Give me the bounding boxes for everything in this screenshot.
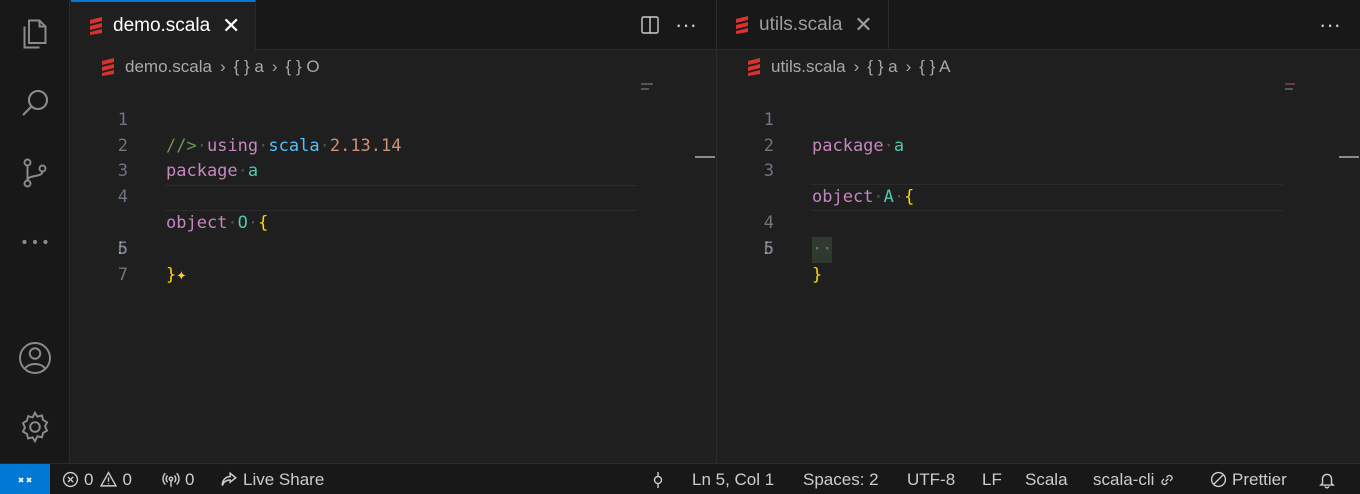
close-icon[interactable]: ✕ (220, 13, 242, 39)
account-icon[interactable] (17, 340, 53, 376)
encoding-button[interactable]: UTF-8 (907, 464, 955, 494)
current-line-highlight (811, 159, 1283, 186)
split-editor-icon[interactable] (632, 7, 668, 43)
broadcast-icon (162, 472, 180, 487)
source-control-sync-button[interactable] (650, 464, 671, 494)
code-line: 1 //>·using·scala·2.13.14 (71, 82, 716, 156)
more-actions-button[interactable]: ··· (1312, 7, 1348, 43)
chevron-right-icon: › (271, 57, 278, 76)
code-line: 4 ·· (717, 159, 1360, 263)
warning-icon (100, 471, 118, 487)
error-count: 0 (84, 469, 94, 489)
tab-bar: utils.scala ✕ ··· (717, 0, 1360, 50)
source-control-icon[interactable] (17, 155, 53, 191)
problems-button[interactable]: 0 0 (62, 464, 132, 494)
settings-gear-icon[interactable] (17, 409, 53, 445)
chevron-right-icon: › (219, 57, 226, 76)
tab-label: utils.scala (759, 14, 843, 35)
current-line-highlight (811, 185, 1283, 211)
bell-icon (1319, 473, 1335, 489)
breadcrumb-namespace-a[interactable]: { } a (234, 57, 264, 77)
code-line: 2 package·a (71, 108, 716, 182)
code-line: 1 package·a (717, 82, 1360, 156)
tab-label: demo.scala (113, 15, 211, 36)
remote-indicator-button[interactable] (0, 464, 50, 494)
build-server-label: scala-cli (1093, 469, 1155, 489)
search-icon[interactable] (17, 85, 53, 121)
breadcrumb-object-a[interactable]: { } A (919, 57, 950, 77)
notifications-button[interactable] (1318, 464, 1341, 494)
status-bar: 0 0 0 Live Share Ln 5, Col 1 Spaces: 2 U… (0, 463, 1360, 494)
tab-utils-scala[interactable]: utils.scala ✕ (717, 0, 889, 50)
breadcrumb-file-label: demo.scala (125, 57, 212, 76)
scala-file-icon (102, 58, 114, 76)
close-brace: } (812, 264, 823, 285)
current-line-highlight (165, 185, 637, 211)
code-line: 6 (717, 211, 1360, 259)
error-icon (62, 471, 79, 488)
code-line: 4 object·O·{ (71, 159, 716, 233)
breadcrumb-namespace-a[interactable]: { } a (867, 57, 897, 77)
more-actions-button[interactable]: ··· (668, 7, 704, 43)
tab-actions: ··· (1312, 0, 1360, 50)
chevron-right-icon: › (853, 57, 860, 76)
code-editor[interactable]: 1 package·a 2 3 object·A·{ 4 ·· 5 } 6 (717, 82, 1360, 285)
scrollbar-indicator[interactable] (1339, 156, 1359, 158)
sparkle-icon[interactable]: ✦ (176, 265, 186, 285)
close-icon[interactable]: ✕ (852, 12, 874, 38)
chevron-right-icon: › (905, 57, 912, 76)
breadcrumb: utils.scala › { } a › { } A (717, 50, 1360, 84)
minimap[interactable] (1285, 83, 1295, 85)
prohibited-icon (1210, 471, 1227, 488)
code-line: 2 (717, 108, 1360, 156)
code-line-current: 5 (71, 185, 716, 259)
tab-actions: ··· (632, 0, 716, 50)
live-share-icon (221, 471, 237, 486)
git-commit-icon (653, 471, 663, 488)
tab-bar: demo.scala ✕ ··· (71, 0, 716, 50)
code-line: 3 (71, 134, 716, 181)
warning-count: 0 (122, 469, 132, 489)
explorer-icon[interactable] (17, 16, 53, 52)
prettier-button[interactable]: Prettier (1210, 464, 1287, 494)
language-mode-button[interactable]: Scala (1025, 464, 1068, 494)
code-editor[interactable]: 1 //>·using·scala·2.13.14 2 package·a 3 … (71, 82, 716, 285)
code-line: 6 }✦ (71, 211, 716, 285)
breadcrumb-file[interactable]: utils.scala (747, 57, 846, 77)
close-brace: } (166, 264, 177, 285)
end-of-line-button[interactable]: LF (982, 464, 1002, 494)
code-line: 7 (71, 237, 716, 285)
link-icon (1161, 474, 1174, 485)
ports-count: 0 (185, 469, 195, 489)
live-share-label: Live Share (243, 469, 325, 489)
live-share-button[interactable]: Live Share (220, 464, 324, 494)
breadcrumb-file-label: utils.scala (771, 57, 846, 76)
line-number: 6 (763, 238, 774, 259)
prettier-label: Prettier (1232, 469, 1287, 489)
remote-icon (18, 476, 32, 483)
cursor-position-button[interactable]: Ln 5, Col 1 (692, 464, 774, 494)
build-server-button[interactable]: scala-cli (1093, 464, 1180, 494)
ports-button[interactable]: 0 (162, 464, 194, 494)
minimap[interactable] (641, 83, 653, 85)
indent-whitespace: ·· (812, 236, 833, 263)
activity-bar (0, 0, 70, 463)
editor-group-right: utils.scala ✕ ··· utils.scala › { } a › … (717, 0, 1360, 463)
code-line: 3 object·A·{ (717, 134, 1360, 207)
breadcrumb-file[interactable]: demo.scala (101, 57, 212, 77)
line-number: 7 (117, 264, 128, 285)
breadcrumb: demo.scala › { } a › { } O (71, 50, 716, 84)
tab-demo-scala[interactable]: demo.scala ✕ (71, 0, 256, 50)
scala-file-icon (736, 16, 748, 34)
indentation-button[interactable]: Spaces: 2 (803, 464, 879, 494)
minimap[interactable] (641, 88, 649, 90)
scala-file-icon (90, 17, 102, 35)
code-line-current: 5 } (717, 185, 1360, 285)
scala-file-icon (748, 58, 760, 76)
breadcrumb-object-o[interactable]: { } O (286, 57, 320, 77)
minimap[interactable] (1285, 88, 1293, 90)
scrollbar-indicator[interactable] (695, 156, 715, 158)
editor-group-left: demo.scala ✕ ··· demo.scala › { } a › { … (71, 0, 716, 463)
more-icon[interactable] (17, 224, 53, 260)
